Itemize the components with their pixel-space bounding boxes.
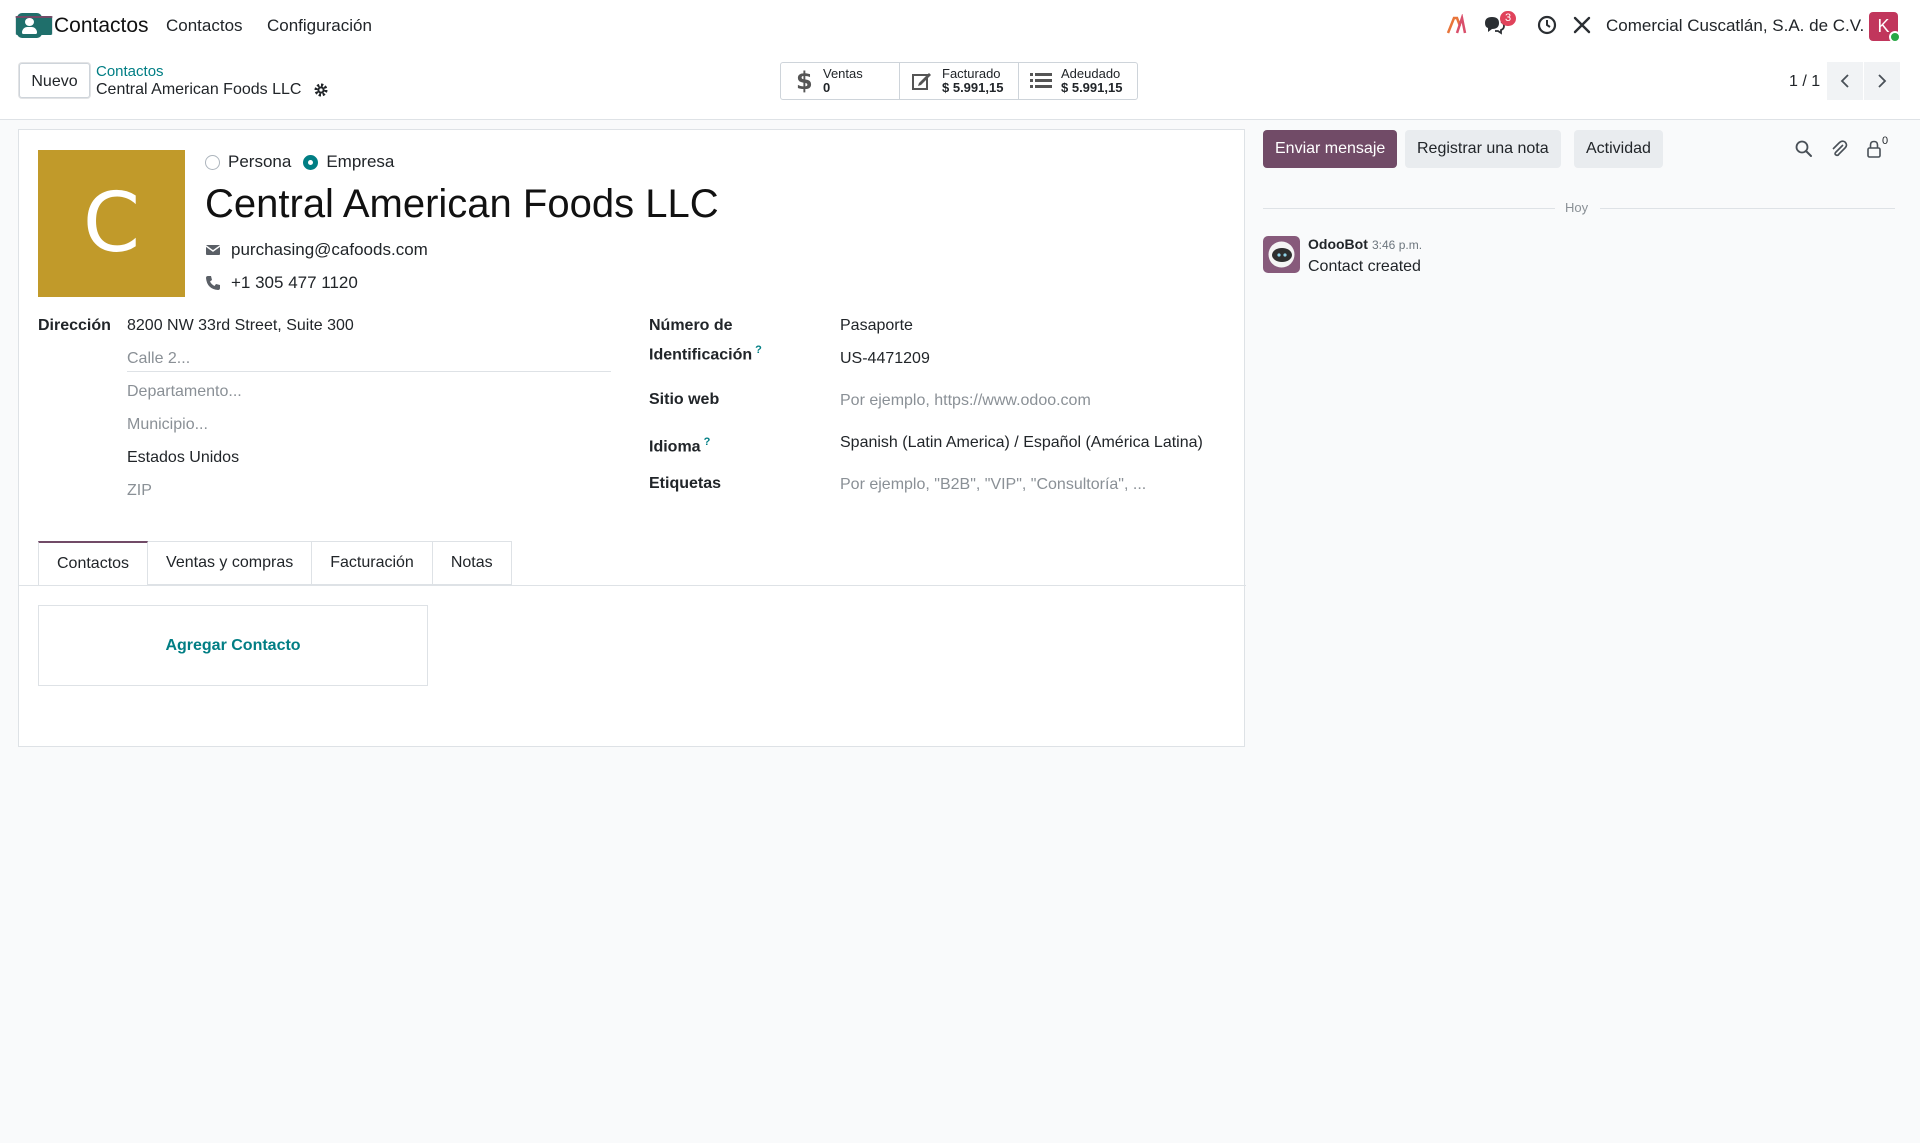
messages-count-badge: 3 [1500,11,1517,26]
stat-ventas-value: 0 [823,80,831,95]
city-field[interactable]: Municipio... [127,416,208,434]
gear-icon[interactable] [313,82,329,98]
add-contact-button[interactable]: Agregar Contacto [38,605,428,686]
language-label: Idioma? [649,436,711,456]
tab-facturacion[interactable]: Facturación [312,541,433,585]
id-number-label: Número de Identificación? [649,317,762,364]
followers-count: 0 [1882,135,1889,147]
paperclip-icon[interactable] [1829,139,1849,159]
stat-adeudado-value: $ 5.991,15 [1061,80,1123,95]
invoice-edit-icon [910,70,934,92]
control-panel: Nuevo Contactos Central American Foods L… [0,52,1920,120]
notebook-tabs: Contactos Ventas y compras Facturación N… [38,541,512,585]
ai-assistant-icon[interactable] [1445,14,1467,36]
email-field[interactable]: purchasing@cafoods.com [205,240,428,260]
menu-contactos[interactable]: Contactos [166,16,243,36]
list-icon [1029,70,1053,92]
contacts-app-icon[interactable] [15,13,53,38]
tags-label: Etiquetas [649,475,722,492]
dollar-icon: $ [791,69,815,93]
odoobot-avatar[interactable] [1263,236,1300,273]
chevron-left-icon [1840,74,1849,88]
send-message-button[interactable]: Enviar mensaje [1263,130,1398,168]
chevron-right-icon [1878,74,1887,88]
street2-underline [127,371,611,372]
street2-field[interactable]: Calle 2... [127,350,190,368]
stat-ventas-label: Ventas [823,66,863,81]
radio-persona[interactable] [205,154,220,170]
robot-face-icon [1268,241,1295,268]
log-note-button[interactable]: Registrar una nota [1405,130,1561,168]
message-author[interactable]: OdooBot [1308,236,1368,252]
stat-buttons: $ Ventas 0 Facturado $ 5.991,15 Adeudado… [780,62,1138,100]
top-navbar: Contactos Contactos Configuración 3 Come… [0,0,1920,52]
tags-field[interactable]: Por ejemplo, "B2B", "VIP", "Consultoría"… [840,476,1146,494]
state-field[interactable]: Departamento... [127,383,242,401]
phone-field[interactable]: +1 305 477 1120 [205,273,358,293]
phone-icon [206,276,220,290]
stat-facturado-button[interactable]: Facturado $ 5.991,15 [900,63,1019,99]
partner-name-field[interactable]: Central American Foods LLC [205,182,719,227]
address-label: Dirección [38,317,111,334]
stat-ventas-button[interactable]: $ Ventas 0 [781,63,900,99]
menu-configuracion[interactable]: Configuración [267,16,372,36]
clock-activity-icon[interactable] [1536,14,1558,36]
form-sheet: C Persona Empresa Central American Foods… [18,129,1246,747]
add-contact-label: Agregar Contacto [165,636,301,654]
language-field[interactable]: Spanish (Latin America) / Español (Améri… [840,434,1203,452]
pager-value[interactable]: 1 / 1 [1789,73,1820,91]
zip-field[interactable]: ZIP [127,482,152,500]
svg-text:$: $ [796,69,813,93]
breadcrumb-current: Central American Foods LLC [96,81,302,98]
message-body: Contact created [1308,258,1421,275]
new-button[interactable]: Nuevo [18,62,91,99]
radio-persona-label[interactable]: Persona [228,152,291,172]
id-type-select[interactable]: Pasaporte [840,317,913,335]
envelope-icon [205,245,221,255]
id-number-field[interactable]: US-4471209 [840,350,930,368]
language-help-icon[interactable]: ? [704,436,711,448]
follower-lock-icon[interactable] [1864,139,1884,159]
company-type-radio: Persona Empresa [205,152,394,172]
message-time: 3:46 p.m. [1372,238,1423,252]
radio-empresa[interactable] [303,154,319,170]
search-icon[interactable] [1794,139,1814,159]
user-status-dot [1889,31,1901,43]
phone-value[interactable]: +1 305 477 1120 [231,273,358,293]
app-name[interactable]: Contactos [54,14,149,38]
tools-icon[interactable] [1571,14,1593,36]
stat-adeudado-label: Adeudado [1061,66,1121,81]
website-label: Sitio web [649,391,720,408]
pager-previous-button[interactable] [1827,62,1863,100]
tab-contactos[interactable]: Contactos [38,541,149,585]
stat-facturado-label: Facturado [942,66,1001,81]
street-field[interactable]: 8200 NW 33rd Street, Suite 300 [127,317,354,335]
activity-button[interactable]: Actividad [1574,130,1663,168]
email-value[interactable]: purchasing@cafoods.com [231,240,428,260]
country-field[interactable]: Estados Unidos [127,449,239,467]
radio-empresa-label[interactable]: Empresa [326,152,394,172]
tab-ventas-compras[interactable]: Ventas y compras [148,541,313,585]
date-separator: Hoy [1263,200,1895,216]
id-number-help-icon[interactable]: ? [755,344,762,356]
tab-notas[interactable]: Notas [432,541,512,585]
stat-facturado-value: $ 5.991,15 [942,80,1004,95]
stat-adeudado-button[interactable]: Adeudado $ 5.991,15 [1019,63,1137,99]
partner-avatar[interactable]: C [38,150,185,297]
company-switcher[interactable]: Comercial Cuscatlán, S.A. de C.V. [1606,16,1864,36]
breadcrumb-contactos[interactable]: Contactos [96,63,164,80]
tabs-divider [19,585,1246,586]
pager-next-button[interactable] [1864,62,1900,100]
website-field[interactable]: Por ejemplo, https://www.odoo.com [840,392,1091,410]
